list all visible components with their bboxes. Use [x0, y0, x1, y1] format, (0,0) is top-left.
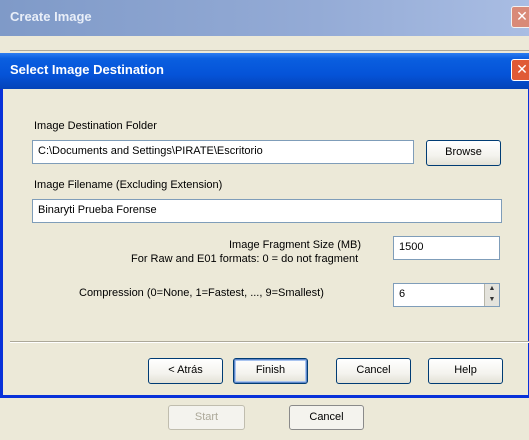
- fragment-size-note: For Raw and E01 formats: 0 = do not frag…: [131, 253, 359, 265]
- create-image-titlebar[interactable]: Create Image: [0, 0, 529, 36]
- compression-label: Compression (0=None, 1=Fastest, ..., 9=S…: [79, 287, 324, 299]
- destination-folder-label: Image Destination Folder: [34, 120, 157, 132]
- dialog-title: Select Image Destination: [10, 62, 164, 77]
- create-image-title: Create Image: [10, 9, 92, 24]
- create-image-close-icon[interactable]: ✕: [511, 6, 529, 28]
- close-icon[interactable]: ✕: [511, 59, 529, 81]
- image-filename-input[interactable]: Binaryti Prueba Forense: [32, 199, 502, 223]
- compression-stepper[interactable]: ▲ ▼: [484, 284, 499, 306]
- back-button[interactable]: < Atrás: [148, 358, 223, 384]
- finish-button-label: Finish: [255, 364, 286, 376]
- divider-highlight: [10, 342, 529, 343]
- chevron-down-icon[interactable]: ▼: [487, 295, 497, 305]
- dialog-border: [0, 89, 3, 398]
- help-button-label: Help: [454, 364, 477, 376]
- cancel-button-label: Cancel: [356, 364, 391, 376]
- back-button-label: < Atrás: [168, 364, 203, 376]
- fragment-size-label: Image Fragment Size (MB): [229, 239, 362, 251]
- browse-button-label: Browse: [445, 146, 482, 158]
- dialog-titlebar[interactable]: Select Image Destination: [0, 53, 529, 89]
- fragment-size-input[interactable]: 1500: [393, 236, 500, 260]
- chevron-up-icon[interactable]: ▲: [487, 284, 497, 294]
- help-button[interactable]: Help: [428, 358, 503, 384]
- start-button[interactable]: Start: [168, 405, 245, 430]
- browse-button[interactable]: Browse: [426, 140, 501, 166]
- cancel-button[interactable]: Cancel: [336, 358, 411, 384]
- image-filename-label: Image Filename (Excluding Extension): [34, 179, 223, 191]
- finish-button[interactable]: Finish: [233, 358, 308, 384]
- create-image-cancel-button[interactable]: Cancel: [289, 405, 364, 430]
- divider: [10, 50, 529, 51]
- destination-folder-input[interactable]: C:\Documents and Settings\PIRATE\Escrito…: [32, 140, 414, 164]
- select-image-destination-dialog: Select Image Destination ✕ Image Destina…: [0, 53, 529, 398]
